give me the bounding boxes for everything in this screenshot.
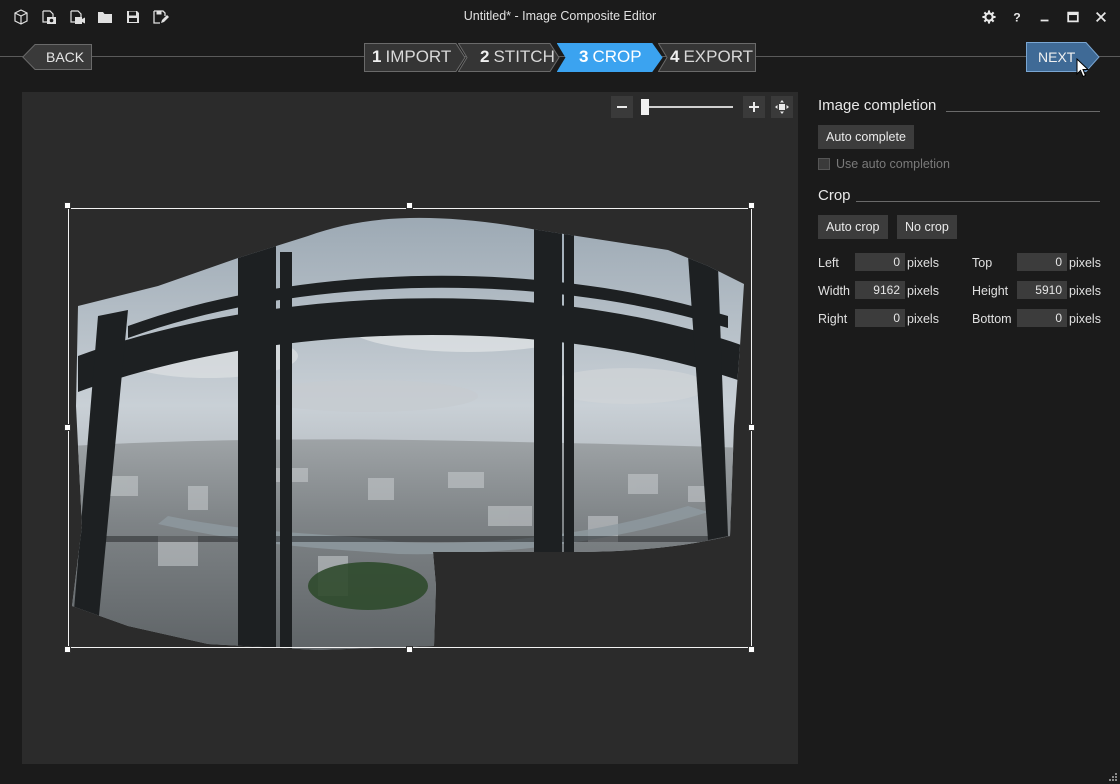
zoom-out-icon[interactable] xyxy=(611,96,633,118)
tab-export[interactable]: 4 EXPORT xyxy=(658,43,756,72)
no-crop-button[interactable]: No crop xyxy=(897,215,957,239)
mouse-cursor-icon xyxy=(1076,58,1090,78)
auto-complete-button[interactable]: Auto complete xyxy=(818,125,914,149)
step-label: IMPORT xyxy=(385,47,452,66)
settings-icon[interactable] xyxy=(978,6,1000,28)
bottom-label: Bottom xyxy=(972,312,1012,326)
preview-canvas[interactable] xyxy=(22,92,798,764)
crop-handle-left[interactable] xyxy=(64,424,71,431)
section-heading: Image completion xyxy=(818,97,937,114)
width-field[interactable]: 9162 xyxy=(855,281,905,299)
step-number: 4 xyxy=(670,47,680,66)
width-unit: pixels xyxy=(907,284,939,298)
panorama-image xyxy=(72,217,744,650)
tab-stitch[interactable]: 2 STITCH xyxy=(458,43,560,72)
use-auto-completion-row: Use auto completion xyxy=(818,156,950,172)
use-auto-completion-checkbox[interactable] xyxy=(818,158,830,170)
fit-to-window-icon[interactable] xyxy=(771,96,793,118)
zoom-slider-thumb[interactable] xyxy=(641,99,649,115)
step-label: STITCH xyxy=(493,47,555,66)
crop-section: Crop xyxy=(818,184,1100,208)
bottom-field[interactable]: 0 xyxy=(1017,309,1067,327)
zoom-slider-track[interactable] xyxy=(641,106,733,108)
window-controls: ? xyxy=(978,6,1112,28)
section-heading: Crop xyxy=(818,187,851,204)
tab-import[interactable]: 1 IMPORT xyxy=(364,43,466,72)
section-divider xyxy=(856,201,1100,202)
crop-handle-right[interactable] xyxy=(748,424,755,431)
crop-handle-top-left[interactable] xyxy=(64,202,71,209)
crop-handle-bottom-left[interactable] xyxy=(64,646,71,653)
width-label: Width xyxy=(818,284,850,298)
height-label: Height xyxy=(972,284,1009,298)
step-label: EXPORT xyxy=(683,47,754,66)
image-completion-section: Image completion xyxy=(818,94,1100,118)
window-title: Untitled* - Image Composite Editor xyxy=(463,9,657,23)
section-divider xyxy=(946,111,1100,112)
help-icon[interactable]: ? xyxy=(1006,6,1028,28)
close-icon[interactable] xyxy=(1090,6,1112,28)
height-unit: pixels xyxy=(1069,284,1101,298)
bottom-unit: pixels xyxy=(1069,312,1101,326)
app-window: Untitled* - Image Composite Editor ? BAC… xyxy=(0,0,1120,784)
crop-handle-bottom-right[interactable] xyxy=(748,646,755,653)
left-label: Left xyxy=(818,256,839,270)
right-label: Right xyxy=(818,312,848,326)
svg-text:?: ? xyxy=(1013,10,1020,24)
left-unit: pixels xyxy=(907,256,939,270)
left-field[interactable]: 0 xyxy=(855,253,905,271)
tab-crop[interactable]: 3 CROP xyxy=(557,43,663,72)
top-unit: pixels xyxy=(1069,256,1101,270)
step-label: CROP xyxy=(592,47,642,66)
top-field[interactable]: 0 xyxy=(1017,253,1067,271)
step-number: 1 xyxy=(372,47,382,66)
back-button[interactable]: BACK xyxy=(22,44,92,70)
auto-crop-button[interactable]: Auto crop xyxy=(818,215,888,239)
resize-grip-icon[interactable] xyxy=(1109,773,1117,781)
use-auto-completion-label: Use auto completion xyxy=(836,157,950,171)
title-bar: Untitled* - Image Composite Editor ? xyxy=(0,0,1120,34)
right-field[interactable]: 0 xyxy=(855,309,905,327)
zoom-in-icon[interactable] xyxy=(743,96,765,118)
top-label: Top xyxy=(972,256,993,270)
next-button-label: NEXT xyxy=(1038,49,1076,65)
right-unit: pixels xyxy=(907,312,939,326)
crop-handle-top-right[interactable] xyxy=(748,202,755,209)
step-number: 2 xyxy=(480,47,490,66)
maximize-icon[interactable] xyxy=(1062,6,1084,28)
minimize-icon[interactable] xyxy=(1034,6,1056,28)
zoom-control xyxy=(611,96,795,120)
crop-handle-top[interactable] xyxy=(406,202,413,209)
back-button-label: BACK xyxy=(46,49,85,65)
step-number: 3 xyxy=(579,47,589,66)
wizard-step-bar: BACK 1 IMPORT 2 STITCH 3 CROP 4 EXPORT N… xyxy=(0,40,1120,74)
crop-handle-bottom[interactable] xyxy=(406,646,413,653)
height-field[interactable]: 5910 xyxy=(1017,281,1067,299)
